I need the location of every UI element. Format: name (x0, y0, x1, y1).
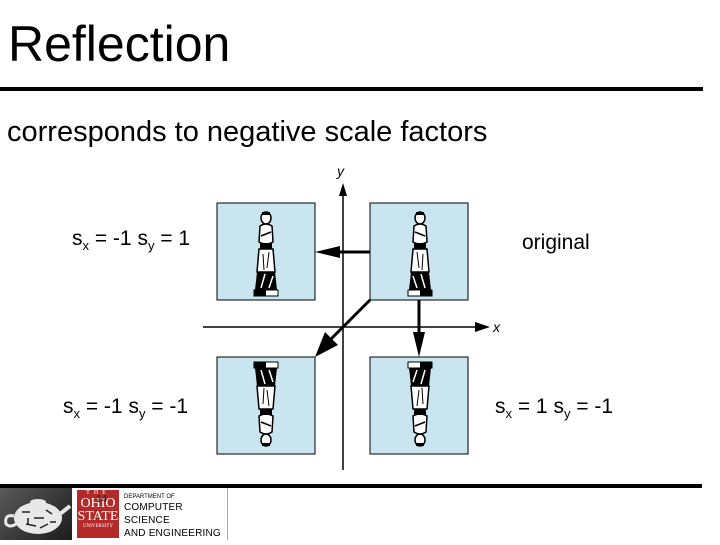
y-axis-label: y (336, 163, 345, 179)
panel-top-left (216, 202, 316, 301)
x-axis-arrowhead (475, 322, 490, 332)
teapot-icon (4, 499, 72, 534)
footer-logos: THE OHIO STATE UNIVERSITY 14 DEPARTMENT … (0, 488, 228, 540)
logo-text-university: UNIVERSITY (83, 524, 113, 529)
label-sy: s (553, 395, 564, 418)
y-axis-arrowhead (339, 183, 347, 196)
label-sy: s (128, 395, 139, 418)
panel-bottom-left (216, 356, 316, 455)
label-sx: s (63, 395, 74, 418)
label-sy-value: = -1 (145, 395, 189, 418)
label-bottom-left: sx = -1 sy = -1 (63, 394, 188, 420)
label-sx-value: = 1 (512, 395, 554, 418)
label-sx-value: = -1 (89, 227, 138, 250)
label-sx-value: = -1 (80, 395, 129, 418)
dept-line-2: AND ENGINEERING (124, 528, 221, 539)
dept-line-1: COMPUTER SCIENCE (124, 502, 183, 526)
label-bottom-right: sx = 1 sy = -1 (495, 394, 613, 420)
reflection-diagram: y x (203, 163, 501, 470)
label-sx: s (72, 227, 83, 250)
x-axis-label: x (492, 319, 501, 335)
label-sy: s (137, 227, 148, 250)
dept-line-0: DEPARTMENT OF (124, 494, 175, 500)
label-top-right: original (522, 231, 590, 254)
teapot-logo (0, 488, 72, 540)
logo-text-state: STATE (77, 509, 119, 524)
panel-bottom-right (369, 356, 469, 455)
label-sy-value: = 1 (154, 227, 191, 250)
arrow-to-bottom-right (413, 300, 425, 357)
panel-top-right (369, 202, 469, 301)
label-sx: s (495, 395, 506, 418)
department-name: DEPARTMENT OF COMPUTER SCIENCE AND ENGIN… (124, 493, 228, 540)
label-top-left: sx = -1 sy = 1 (72, 226, 190, 252)
footer-logo-divider (227, 488, 228, 540)
page-number: 14 (96, 494, 108, 505)
label-sy-value: = -1 (570, 395, 614, 418)
